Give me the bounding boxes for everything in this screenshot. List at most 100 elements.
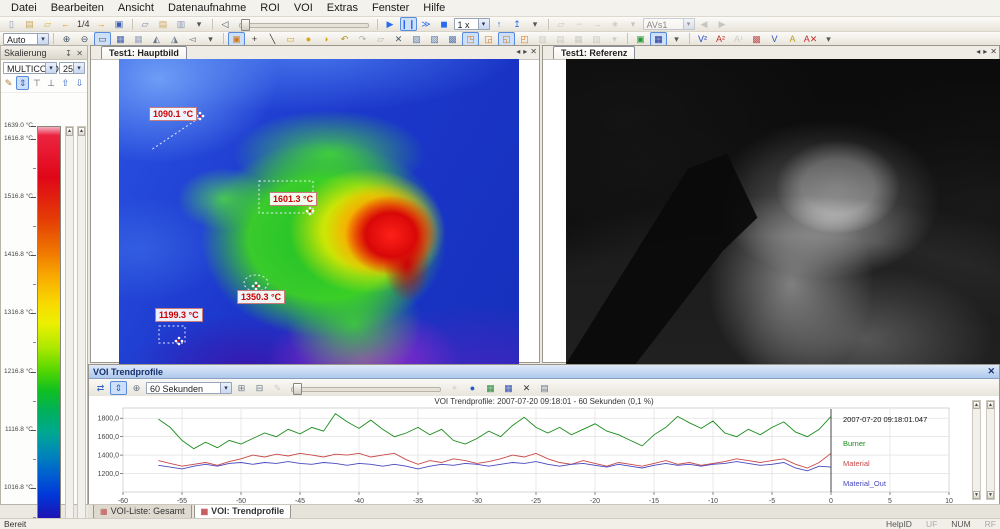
add-ellipse-icon[interactable]: ●	[300, 32, 317, 46]
more7-dropdown-icon[interactable]: ▾	[820, 32, 837, 46]
menu-item-fenster[interactable]: Fenster	[365, 1, 416, 15]
more6-dropdown-icon[interactable]: ▾	[668, 32, 685, 46]
mirror-icon[interactable]: ◅	[184, 32, 201, 46]
rotate-left-icon[interactable]: ◭	[148, 32, 165, 46]
rotate-right-icon[interactable]: ◮	[166, 32, 183, 46]
roi-group-icon[interactable]: ▩	[444, 32, 461, 46]
export-table-icon[interactable]: ▦	[500, 381, 517, 395]
more2-dropdown-icon[interactable]: ▾	[527, 17, 544, 31]
tab-referenz[interactable]: Test1: Referenz	[553, 46, 635, 59]
avs-combo[interactable]: AVs1▾	[643, 18, 695, 30]
tab-next-icon[interactable]: ▸	[983, 47, 987, 56]
close-icon[interactable]: ✕	[987, 366, 995, 377]
expand-range-icon[interactable]: ⇧	[59, 76, 72, 90]
voi-chart-icon[interactable]: ▩	[748, 32, 765, 46]
zoom-x-icon[interactable]: ⊞	[233, 381, 250, 395]
export-icon[interactable]: ▤	[155, 17, 172, 31]
chart-scrollbar-2[interactable]: ▲ ▼	[986, 400, 995, 500]
scroll-up-icon[interactable]: ▲	[66, 127, 73, 136]
interval-combo[interactable]: 60 Sekunden▾	[146, 382, 232, 394]
temp-label-circle[interactable]: 1350.3 °C	[237, 290, 285, 304]
audio-icon[interactable]: ◁	[217, 17, 234, 31]
scale-mode-combo[interactable]: Auto▾	[3, 33, 49, 45]
shrink-range-icon[interactable]: ⇩	[73, 76, 86, 90]
close-icon[interactable]: ✕	[990, 47, 997, 56]
bottom-tab-voi-trendprofile[interactable]: ▦VOI: Trendprofile	[194, 505, 292, 519]
select-roi-icon[interactable]: ▣	[228, 32, 245, 46]
zoom-y-icon[interactable]: ⊟	[251, 381, 268, 395]
menu-item-voi[interactable]: VOI	[287, 1, 320, 15]
copy-roi-icon[interactable]: ▱	[372, 32, 389, 46]
auto-scale-icon[interactable]: ⇕	[110, 381, 127, 395]
voi-v-icon[interactable]: V	[766, 32, 783, 46]
add-rect-icon[interactable]: ▭	[282, 32, 299, 46]
redo-roi-icon[interactable]: ↷	[354, 32, 371, 46]
pause-trend-icon[interactable]: ●	[464, 381, 481, 395]
color-scale-bar[interactable]	[37, 126, 61, 529]
playback-position-slider[interactable]	[239, 18, 369, 30]
levels-combo[interactable]: 256▾	[59, 62, 85, 74]
more4-dropdown-icon[interactable]: ▾	[202, 32, 219, 46]
temp-label-spot-bottom[interactable]: 1199.3 °C	[155, 308, 203, 322]
pin-icon[interactable]: ↧	[64, 49, 73, 58]
scale-min-scrollbar[interactable]: ▲ ▼	[77, 126, 86, 529]
roi-in-icon[interactable]: ◳	[462, 32, 479, 46]
more-dropdown-icon[interactable]: ▾	[191, 17, 208, 31]
close-icon[interactable]: ✕	[75, 49, 84, 58]
delete-roi-icon[interactable]: ✕	[390, 32, 407, 46]
copy-icon[interactable]: ▱	[137, 17, 154, 31]
refresh-trend-icon[interactable]: ⇄	[92, 381, 109, 395]
print-trend-icon[interactable]: ▤	[536, 381, 553, 395]
temp-label-spot-top[interactable]: 1090.1 °C	[149, 107, 197, 121]
image-view-icon[interactable]: ▦	[112, 32, 129, 46]
tab-prev-icon[interactable]: ◂	[976, 47, 980, 56]
reference-image[interactable]	[566, 59, 1000, 364]
speed-combo[interactable]: 1 x▾	[454, 18, 490, 30]
auto-range-icon[interactable]: ⇕	[16, 76, 29, 90]
trend-chart[interactable]: -60-55-50-45-40-35-30-25-20-15-10-505101…	[97, 406, 977, 510]
next-image-icon[interactable]: →	[93, 17, 110, 31]
roi-next-icon[interactable]: ◰	[516, 32, 533, 46]
new-document-icon[interactable]: ▯	[3, 17, 20, 31]
tab-next-icon[interactable]: ▸	[523, 47, 527, 56]
edit-scale-icon[interactable]: ✎	[2, 76, 15, 90]
voi-a-icon[interactable]: A	[784, 32, 801, 46]
voi-new-icon[interactable]: ▣	[632, 32, 649, 46]
menu-item-bearbeiten[interactable]: Bearbeiten	[44, 1, 111, 15]
scale-max-scrollbar[interactable]: ▲ ▼	[65, 126, 74, 529]
marker-up-icon[interactable]: ↥	[509, 17, 526, 31]
menu-item-extras[interactable]: Extras	[320, 1, 365, 15]
trend-position-slider[interactable]	[291, 382, 441, 394]
add-polygon-icon[interactable]: ◗	[318, 32, 335, 46]
clear-trend-icon[interactable]: ✕	[518, 381, 535, 395]
close-icon[interactable]: ✕	[530, 47, 537, 56]
zoom-out-icon[interactable]: ⊖	[76, 32, 93, 46]
roi-list-icon[interactable]: ▧	[408, 32, 425, 46]
stop-icon[interactable]: ◼	[436, 17, 453, 31]
temp-label-area-max[interactable]: 1601.3 °C	[269, 192, 317, 206]
undo-roi-icon[interactable]: ↶	[336, 32, 353, 46]
voi-a2-icon[interactable]: A²	[712, 32, 729, 46]
add-point-icon[interactable]: +	[246, 32, 263, 46]
roi-prev-icon[interactable]: ◱	[498, 32, 515, 46]
print-icon[interactable]: ▥	[173, 17, 190, 31]
zoom-in-icon[interactable]: ⊕	[58, 32, 75, 46]
palette-combo[interactable]: MULTICOLOF▾	[3, 62, 57, 74]
pause-icon[interactable]: ❙❙	[400, 17, 417, 31]
roi-out-icon[interactable]: ◲	[480, 32, 497, 46]
voi-table-icon[interactable]: ▦	[650, 32, 667, 46]
new-image-icon[interactable]: ▤	[21, 17, 38, 31]
scroll-up-icon[interactable]: ▲	[987, 401, 994, 409]
roi-edit-icon[interactable]: ▨	[426, 32, 443, 46]
zoom-trend-icon[interactable]: ⊕	[128, 381, 145, 395]
menu-item-datei[interactable]: Datei	[4, 1, 44, 15]
bottom-tab-voi-liste-gesamt[interactable]: ▦VOI-Liste: Gesamt	[93, 505, 192, 519]
set-max-icon[interactable]: ⊤	[30, 76, 43, 90]
save-icon[interactable]: ▣	[111, 17, 128, 31]
scroll-down-icon[interactable]: ▼	[987, 491, 994, 499]
export-excel-icon[interactable]: ▦	[482, 381, 499, 395]
fit-view-icon[interactable]: ▭	[94, 32, 111, 46]
voi-v2-icon[interactable]: V²	[694, 32, 711, 46]
open-folder-icon[interactable]: ▱	[39, 17, 56, 31]
menu-item-hilfe[interactable]: Hilfe	[416, 1, 452, 15]
